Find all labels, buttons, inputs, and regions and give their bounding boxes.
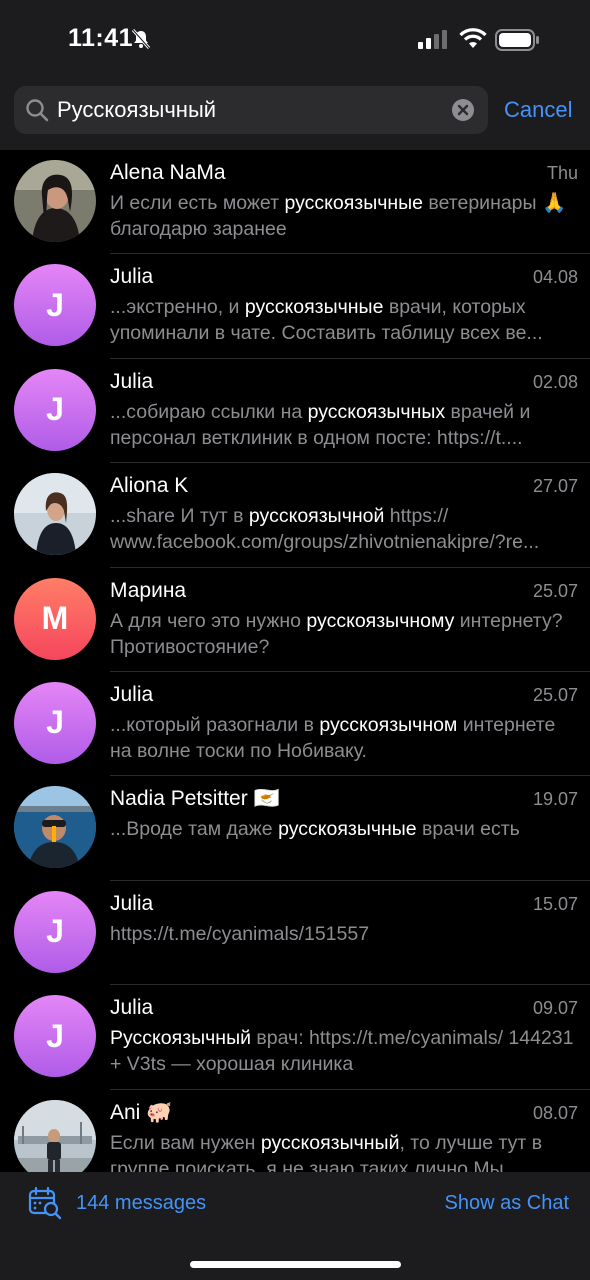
avatar	[14, 786, 96, 869]
preview-text: ...Вроде там даже	[110, 818, 279, 841]
preview-text: ...собираю ссылки на	[110, 400, 308, 423]
result-preview: А для чего это нужно русскоязычному инте…	[110, 608, 578, 660]
home-indicator	[190, 1261, 401, 1268]
result-preview: ...который разогнали в русскоязычном инт…	[110, 712, 578, 764]
preview-highlight: русскоязычному	[306, 609, 455, 632]
preview-text: И если есть может	[110, 192, 285, 214]
result-name: Марина	[110, 578, 187, 602]
preview-highlight: Русскоязычный	[110, 1027, 251, 1050]
avatar	[14, 1099, 96, 1172]
wifi-icon	[459, 28, 487, 48]
preview-text: https://t.me/cyanimals/151557	[110, 922, 370, 945]
avatar: J	[14, 368, 96, 451]
top-bar: 11:41 Русскоязычный Cancel	[0, 0, 590, 150]
result-date: 27.07	[532, 476, 578, 497]
result-date: 04.08	[532, 267, 578, 288]
result-preview: ...экстренно, и русскоязычные врачи, кот…	[110, 294, 578, 346]
bottom-bar: 144 messages Show as Chat	[0, 1172, 590, 1280]
result-preview: ...share И тут в русскоязычной https:// …	[110, 503, 578, 555]
result-row[interactable]: J Julia 04.08 ...экстренно, и русскоязыч…	[0, 254, 590, 359]
result-row[interactable]: Nadia Petsitter 🇨🇾 19.07 ...Вроде там да…	[0, 776, 590, 881]
preview-text: ...который разогнали в	[110, 713, 320, 736]
avatar: J	[14, 890, 96, 973]
preview-highlight: русскоязычные	[278, 818, 417, 841]
result-name: Alena NaMa	[110, 161, 226, 184]
result-name: Aliona K	[110, 474, 189, 498]
cellular-signal-icon	[418, 30, 447, 49]
result-row[interactable]: J Julia 09.07 Русскоязычный врач: https:…	[0, 985, 590, 1090]
result-row[interactable]: Alena NaMa Thu И если есть может русскоя…	[0, 150, 590, 255]
result-date: 08.07	[532, 1102, 578, 1123]
preview-highlight: русскоязычные	[284, 192, 424, 214]
message-count: 144 messages	[76, 1192, 207, 1214]
result-preview: https://t.me/cyanimals/151557	[110, 921, 578, 947]
preview-highlight: русскоязычный	[260, 1131, 400, 1154]
preview-highlight: русскоязычном	[319, 713, 458, 736]
show-as-chat-button[interactable]: Show as Chat	[444, 1192, 569, 1215]
result-name: Julia	[110, 369, 154, 393]
result-name: Julia	[110, 891, 154, 915]
preview-text: врачи есть	[416, 818, 520, 841]
result-name: Ani 🐖	[110, 1100, 173, 1124]
result-row[interactable]: J Julia 15.07 https://t.me/cyanimals/151…	[0, 881, 590, 986]
result-date: 19.07	[532, 789, 578, 810]
preview-highlight: русскоязычных	[307, 400, 446, 423]
search-row: Русскоязычный Cancel	[14, 86, 576, 134]
avatar: J	[14, 995, 96, 1078]
result-row[interactable]: J Julia 02.08 ...собираю ссылки на русск…	[0, 359, 590, 464]
result-name: Julia	[110, 996, 154, 1020]
search-icon	[26, 99, 49, 122]
preview-text: Если вам нужен	[110, 1131, 261, 1154]
result-name: Nadia Petsitter 🇨🇾	[110, 787, 280, 811]
preview-highlight: русскоязычные	[244, 296, 384, 319]
status-time: 11:41	[68, 24, 134, 52]
clear-search-icon[interactable]	[452, 99, 474, 121]
result-date: 25.07	[532, 580, 578, 601]
result-preview: ...Вроде там даже русскоязычные врачи ес…	[110, 816, 578, 842]
avatar	[14, 473, 96, 556]
result-date: 25.07	[532, 684, 578, 705]
preview-text: ...share И тут в	[110, 505, 249, 528]
battery-icon	[495, 29, 539, 51]
avatar: J	[14, 264, 96, 347]
avatar	[14, 160, 96, 242]
avatar: M	[14, 577, 96, 660]
result-date: 02.08	[532, 371, 578, 392]
search-results-list: Alena NaMa Thu И если есть может русскоя…	[0, 150, 590, 1172]
calendar-search-icon[interactable]	[28, 1186, 62, 1220]
result-date: Thu	[546, 163, 578, 183]
result-name: Julia	[110, 265, 154, 289]
cancel-button[interactable]: Cancel	[504, 97, 572, 123]
bell-muted-icon	[131, 29, 151, 49]
search-query: Русскоязычный	[57, 97, 217, 122]
result-date: 15.07	[532, 893, 578, 914]
avatar: J	[14, 681, 96, 764]
result-preview: ...собираю ссылки на русскоязычных враче…	[110, 399, 578, 451]
result-preview: Если вам нужен русскоязычный, то лучше т…	[110, 1130, 578, 1172]
result-row[interactable]: M Марина 25.07 А для чего это нужно русс…	[0, 568, 590, 672]
preview-text: А для чего это нужно	[110, 609, 307, 632]
result-preview: Русскоязычный врач: https://t.me/cyanima…	[110, 1025, 578, 1077]
result-date: 09.07	[532, 998, 578, 1019]
preview-highlight: русскоязычной	[248, 505, 385, 528]
result-name: Julia	[110, 682, 154, 706]
status-bar: 11:41	[0, 0, 590, 80]
result-row[interactable]: Ani 🐖 08.07 Если вам нужен русскоязычный…	[0, 1090, 590, 1172]
result-row[interactable]: J Julia 25.07 ...который разогнали в рус…	[0, 672, 590, 777]
search-input[interactable]: Русскоязычный	[14, 86, 488, 134]
preview-text: ...экстренно, и	[110, 296, 245, 319]
result-preview: И если есть может русскоязычные ветерина…	[110, 190, 578, 242]
result-row[interactable]: Aliona K 27.07 ...share И тут в русскояз…	[0, 463, 590, 568]
